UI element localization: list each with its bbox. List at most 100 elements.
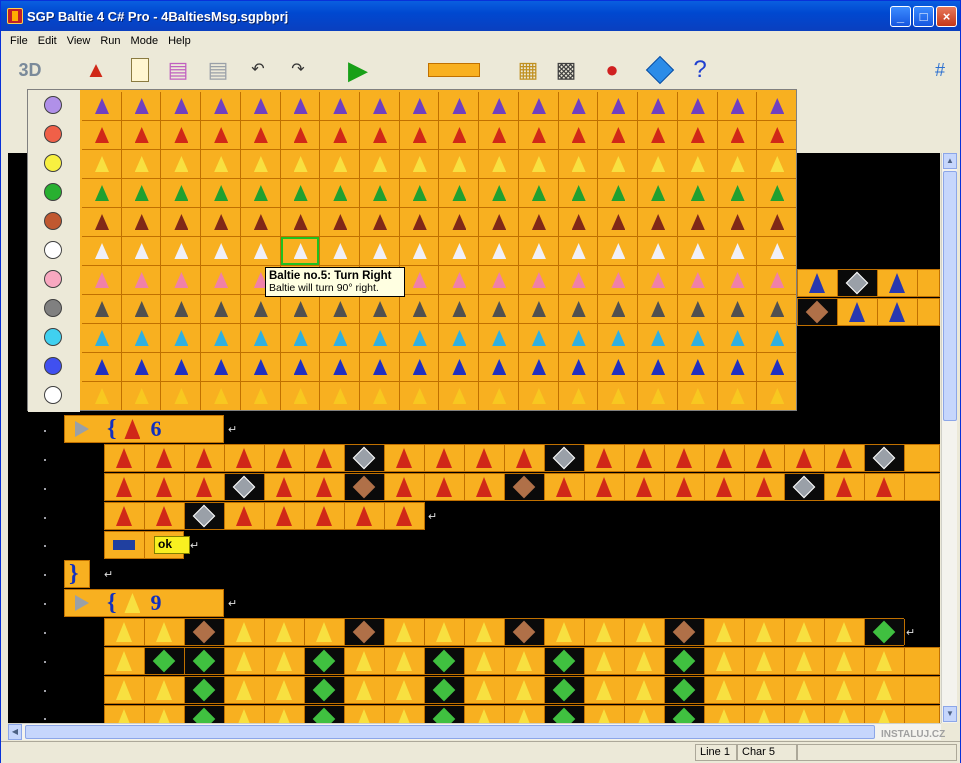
command-cell[interactable]	[865, 474, 905, 500]
repeat-block[interactable]: { 6	[64, 415, 224, 443]
command-cell[interactable]	[105, 648, 145, 674]
palette-command-cell[interactable]	[320, 121, 360, 149]
wizard-icon[interactable]: ▲	[81, 55, 111, 85]
command-cell[interactable]	[385, 503, 425, 529]
color-swatch[interactable]	[44, 299, 62, 317]
command-cell[interactable]	[505, 619, 545, 645]
palette-command-cell[interactable]	[558, 179, 598, 207]
command-cell[interactable]	[465, 648, 505, 674]
palette-command-cell[interactable]	[717, 353, 757, 381]
command-cell[interactable]	[745, 619, 785, 645]
palette-command-cell[interactable]	[161, 324, 201, 352]
command-cell[interactable]	[385, 648, 425, 674]
palette-command-cell[interactable]	[558, 295, 598, 323]
code-row[interactable]	[104, 444, 940, 472]
command-cell[interactable]	[505, 706, 545, 723]
palette-command-cell[interactable]	[121, 179, 161, 207]
palette-command-cell[interactable]	[518, 121, 558, 149]
command-cell[interactable]	[745, 648, 785, 674]
scene-button[interactable]: ▩	[551, 55, 581, 85]
palette-command-cell[interactable]	[360, 121, 399, 149]
maximize-button[interactable]: □	[913, 6, 934, 27]
palette-command-cell[interactable]	[82, 150, 121, 178]
palette-command-cell[interactable]	[439, 208, 479, 236]
command-cell[interactable]	[105, 677, 145, 703]
command-cell[interactable]	[345, 619, 385, 645]
command-cell[interactable]	[185, 503, 225, 529]
palette-command-cell[interactable]	[320, 324, 360, 352]
palette-command-cell[interactable]	[82, 295, 121, 323]
palette-command-cell[interactable]	[518, 295, 558, 323]
command-cell[interactable]	[465, 474, 505, 500]
code-row[interactable]	[104, 618, 905, 646]
palette-command-cell[interactable]	[399, 179, 439, 207]
palette-command-cell[interactable]	[399, 121, 439, 149]
palette-command-cell[interactable]	[280, 150, 320, 178]
color-swatch[interactable]	[44, 270, 62, 288]
palette-command-cell[interactable]	[399, 382, 439, 410]
palette-command-cell[interactable]	[201, 208, 240, 236]
command-cell[interactable]	[145, 648, 185, 674]
palette-command-cell[interactable]	[598, 295, 638, 323]
palette-command-cell[interactable]	[558, 92, 598, 120]
command-cell[interactable]	[785, 706, 825, 723]
palette-command-cell[interactable]	[201, 121, 240, 149]
command-cell[interactable]	[145, 503, 185, 529]
horizontal-scroll-thumb[interactable]	[25, 725, 875, 739]
palette-command-cell[interactable]	[121, 150, 161, 178]
palette-command-cell[interactable]	[240, 150, 280, 178]
close-button[interactable]: ×	[936, 6, 957, 27]
command-cell[interactable]	[545, 648, 585, 674]
palette-command-cell[interactable]	[82, 324, 121, 352]
command-cell[interactable]	[785, 619, 825, 645]
palette-command-cell[interactable]	[479, 295, 518, 323]
palette-command-cell[interactable]	[280, 324, 320, 352]
command-cell[interactable]	[185, 648, 225, 674]
command-cell[interactable]	[705, 648, 745, 674]
code-row[interactable]	[797, 298, 940, 326]
command-cell[interactable]	[665, 619, 705, 645]
command-cell[interactable]	[145, 706, 185, 723]
step-button[interactable]	[425, 55, 483, 85]
palette-command-cell[interactable]	[598, 121, 638, 149]
command-cell[interactable]	[105, 445, 145, 471]
pages-button[interactable]: ▦	[513, 55, 543, 85]
palette-command-cell[interactable]	[240, 92, 280, 120]
palette-command-cell[interactable]	[439, 382, 479, 410]
command-cell[interactable]	[865, 677, 905, 703]
vertical-scroll-thumb[interactable]	[943, 171, 957, 421]
command-cell[interactable]	[705, 677, 745, 703]
color-swatch[interactable]	[44, 154, 62, 172]
command-cell[interactable]	[465, 445, 505, 471]
grid-button[interactable]: #	[925, 55, 955, 85]
command-cell[interactable]	[265, 677, 305, 703]
command-cell[interactable]	[305, 706, 345, 723]
palette-command-cell[interactable]	[399, 92, 439, 120]
palette-command-cell[interactable]	[479, 353, 518, 381]
palette-command-cell[interactable]	[479, 208, 518, 236]
palette-command-cell[interactable]	[121, 208, 161, 236]
command-cell[interactable]	[305, 648, 345, 674]
palette-command-cell[interactable]	[638, 295, 677, 323]
palette-command-cell[interactable]	[121, 266, 161, 294]
palette-command-cell[interactable]	[677, 121, 717, 149]
command-cell[interactable]	[225, 619, 265, 645]
command-cell[interactable]	[465, 706, 505, 723]
command-cell[interactable]	[145, 677, 185, 703]
command-cell[interactable]	[665, 474, 705, 500]
palette-command-cell[interactable]	[360, 208, 399, 236]
command-cell[interactable]	[825, 677, 865, 703]
palette-command-cell[interactable]	[201, 266, 240, 294]
palette-command-cell[interactable]	[280, 237, 320, 265]
palette-command-cell[interactable]	[677, 324, 717, 352]
palette-command-cell[interactable]	[161, 295, 201, 323]
palette-command-cell[interactable]	[82, 237, 121, 265]
command-cell[interactable]	[265, 648, 305, 674]
command-cell[interactable]	[145, 619, 185, 645]
palette-command-cell[interactable]	[677, 295, 717, 323]
command-cell[interactable]	[305, 474, 345, 500]
palette-command-cell[interactable]	[161, 208, 201, 236]
palette-command-cell[interactable]	[677, 208, 717, 236]
code-row[interactable]	[104, 502, 425, 530]
command-cell[interactable]	[425, 648, 465, 674]
